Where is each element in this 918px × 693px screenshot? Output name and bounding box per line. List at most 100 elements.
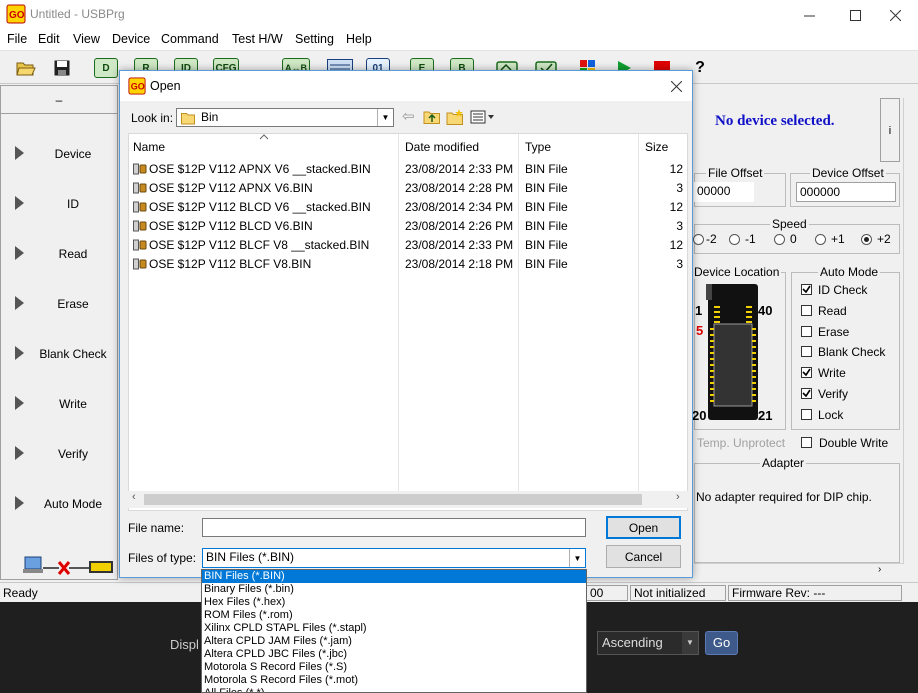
play-arrow-icon (15, 246, 24, 260)
file-type-option[interactable]: Hex Files (*.hex) (202, 596, 586, 609)
help-icon: ? (695, 59, 705, 76)
scroll-thumb[interactable] (144, 494, 642, 505)
double-write-checkbox[interactable] (801, 437, 812, 448)
auto-mode-option-label: Read (818, 303, 847, 318)
auto-mode-checkbox[interactable] (801, 284, 812, 295)
column-header-name[interactable]: Name (133, 140, 165, 154)
operation-panel-header: – (1, 86, 117, 114)
look-in-select[interactable]: Bin ▼ (176, 108, 394, 127)
file-type-option[interactable]: ROM Files (*.rom) (202, 609, 586, 622)
speed-radio-0[interactable] (774, 234, 785, 245)
file-row[interactable]: OSE $12P V112 BLCD V6.BIN 23/08/2014 2:26… (129, 217, 689, 236)
cancel-button[interactable]: Cancel (606, 545, 681, 568)
file-type-option[interactable]: Motorola S Record Files (*.mot) (202, 674, 586, 687)
file-row[interactable]: OSE $12P V112 BLCF V8 __stacked.BIN 23/08… (129, 236, 689, 255)
auto-mode-checkbox[interactable] (801, 325, 812, 337)
sort-indicator-icon (259, 134, 269, 140)
menu-help[interactable]: Help (346, 32, 372, 46)
file-list[interactable]: Name Date modified Type Size OSE $12P V1… (128, 133, 688, 511)
menu-setting[interactable]: Setting (295, 32, 334, 46)
auto-mode-checkbox[interactable] (801, 367, 812, 379)
auto-mode-checkbox[interactable] (801, 408, 812, 420)
file-type-option[interactable]: Motorola S Record Files (*.S) (202, 661, 586, 674)
file-name-input[interactable] (202, 518, 586, 537)
operation-verify[interactable]: Verify (1, 433, 117, 483)
file-type-dropdown[interactable]: BIN Files (*.BIN) Binary Files (*.bin) Hex… (201, 569, 587, 693)
auto-mode-checkbox[interactable] (801, 304, 812, 316)
auto-mode-option-label: Erase (818, 324, 850, 339)
file-row[interactable]: OSE $12P V112 APNX V6 __stacked.BIN 23/08… (129, 160, 689, 179)
column-header-type[interactable]: Type (525, 140, 551, 154)
file-size: 12 (669, 238, 683, 252)
file-row[interactable]: OSE $12P V112 BLCD V6 __stacked.BIN 23/08… (129, 198, 689, 217)
auto-mode-label: Auto Mode (818, 265, 881, 279)
column-header-date[interactable]: Date modified (405, 140, 479, 154)
file-date: 23/08/2014 2:33 PM (405, 162, 514, 176)
speed-radio-m1[interactable] (729, 234, 740, 245)
file-offset-field[interactable]: 00000 (694, 182, 754, 202)
menu-device[interactable]: Device (112, 32, 150, 46)
new-folder-button[interactable] (446, 109, 466, 127)
file-type-option[interactable]: Xilinx CPLD STAPL Files (*.stapl) (202, 622, 586, 635)
column-header-size[interactable]: Size (645, 140, 668, 154)
right-vertical-scrollbar[interactable] (903, 98, 918, 563)
operation-device[interactable]: Device (1, 133, 117, 183)
menu-command[interactable]: Command (161, 32, 219, 46)
operation-erase[interactable]: Erase (1, 283, 117, 333)
open-file-button[interactable] (12, 56, 40, 80)
file-list-horizontal-scrollbar[interactable]: ‹ › (128, 491, 688, 508)
file-type-option[interactable]: All Files (*.*) (202, 687, 586, 692)
device-location-label: Device Location (692, 265, 782, 279)
dialog-close-button[interactable] (660, 71, 692, 101)
new-folder-icon (446, 109, 463, 125)
files-of-type-value: BIN Files (*.BIN) (206, 550, 295, 564)
file-type-option[interactable]: Binary Files (*.bin) (202, 583, 586, 596)
file-row[interactable]: OSE $12P V112 APNX V6.BIN 23/08/2014 2:28… (129, 179, 689, 198)
speed-radio-p1[interactable] (815, 234, 826, 245)
operation-id[interactable]: ID (1, 183, 117, 233)
svg-text:GO: GO (131, 82, 145, 92)
device-button[interactable]: D (92, 56, 120, 80)
save-button[interactable] (48, 56, 76, 80)
menu-edit[interactable]: Edit (38, 32, 60, 46)
file-type-option[interactable]: Altera CPLD JAM Files (*.jam) (202, 635, 586, 648)
operation-blank-check[interactable]: Blank Check (1, 333, 117, 383)
operation-auto-mode[interactable]: Auto Mode (1, 483, 117, 533)
scroll-right-icon[interactable]: › (878, 564, 881, 575)
file-type-option[interactable]: BIN Files (*.BIN) (202, 570, 586, 583)
device-offset-field[interactable]: 000000 (796, 182, 896, 202)
minimize-button[interactable] (786, 0, 832, 30)
auto-mode-checkbox[interactable] (801, 388, 812, 399)
file-type: BIN File (525, 200, 568, 214)
right-horizontal-scrollbar[interactable]: › (694, 563, 904, 579)
go-button[interactable]: Go (705, 631, 738, 655)
auto-mode-checkbox[interactable] (801, 346, 812, 358)
menu-file[interactable]: File (7, 32, 27, 46)
file-type: BIN File (525, 238, 568, 252)
auto-mode-option-label: Write (818, 366, 846, 381)
menu-view[interactable]: View (73, 32, 100, 46)
scroll-left-icon[interactable]: ‹ (132, 491, 136, 503)
file-row[interactable]: OSE $12P V112 BLCF V8.BIN 23/08/2014 2:18… (129, 255, 689, 274)
speed-radio-m2[interactable] (693, 234, 704, 245)
operation-read[interactable]: Read (1, 233, 117, 283)
speed-radio-p2[interactable] (861, 234, 872, 245)
status-firmware: Firmware Rev: --- (728, 585, 902, 601)
device-info-button[interactable]: i (880, 98, 900, 162)
open-button[interactable]: Open (606, 516, 681, 539)
back-button[interactable]: ⇦ (402, 109, 422, 127)
file-type-option[interactable]: Altera CPLD JBC Files (*.jbc) (202, 648, 586, 661)
menu-test-hw[interactable]: Test H/W (232, 32, 283, 46)
sort-order-select[interactable]: Ascending ▼ (597, 631, 699, 655)
menu-bar: File Edit View Device Command Test H/W S… (0, 30, 918, 50)
scroll-right-icon[interactable]: › (676, 491, 680, 503)
close-button[interactable] (872, 0, 918, 30)
svg-text:GO: GO (9, 10, 25, 21)
adapter-text: No adapter required for DIP chip. (696, 490, 872, 504)
operation-label: ID (67, 197, 79, 211)
up-folder-button[interactable] (423, 109, 443, 127)
operation-write[interactable]: Write (1, 383, 117, 433)
view-menu-button[interactable] (470, 109, 498, 127)
files-of-type-select[interactable]: BIN Files (*.BIN) ▼ (202, 548, 586, 568)
device-status-text: No device selected. (715, 113, 835, 129)
